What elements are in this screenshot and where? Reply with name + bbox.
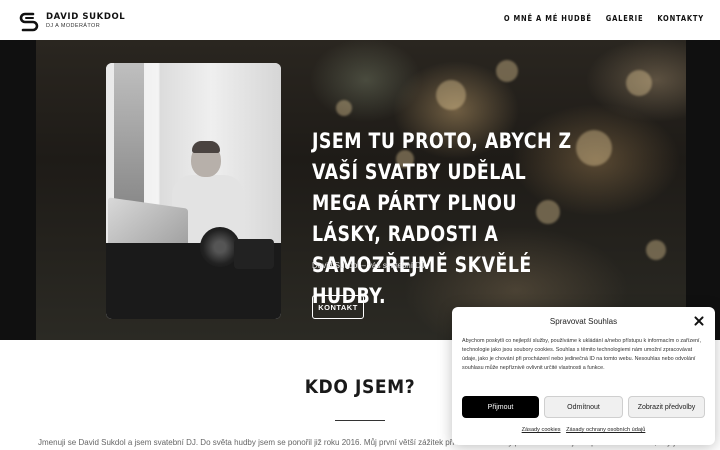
close-icon[interactable]: [693, 315, 705, 327]
cookie-policy-link[interactable]: Zásady cookies: [522, 427, 561, 433]
cookie-dialog-title: Spravovat Souhlas: [549, 317, 618, 326]
cookie-links: Zásady cookies Zásady ochrany osobních ú…: [452, 427, 715, 433]
nav-item-about[interactable]: O MNĚ A MÉ HUDBĚ: [504, 14, 592, 23]
logo-subtitle: DJ A MODERÁTOR: [46, 22, 101, 29]
logo-name: DAVID SUKDOL: [46, 12, 126, 22]
hero-subtitle: David Sukdol – váš svatební DJ: [312, 261, 425, 270]
site-logo[interactable]: DAVID SUKDOL DJ A MODERÁTOR: [18, 9, 125, 33]
nav-item-contacts[interactable]: KONTAKTY: [657, 14, 704, 23]
accept-button[interactable]: Přijmout: [462, 396, 539, 418]
cookie-consent-dialog: Spravovat Souhlas Abychom poskytli co ne…: [452, 307, 715, 445]
nav-item-gallery[interactable]: GALERIE: [606, 14, 644, 23]
hero-title: JSEM TU PROTO, ABYCH Z VAŠÍ SVATBY UDĚLA…: [312, 129, 572, 308]
hero-section: JSEM TU PROTO, ABYCH Z VAŠÍ SVATBY UDĚLA…: [0, 40, 720, 340]
logo-icon: [19, 12, 39, 32]
contact-button[interactable]: KONTAKT: [312, 295, 364, 319]
section-divider: [335, 420, 385, 421]
dj-photo: [106, 63, 281, 319]
preferences-button[interactable]: Zobrazit předvolby: [628, 396, 705, 418]
cookie-dialog-text: Abychom poskytli co nejlepší služby, pou…: [462, 338, 702, 371]
site-header: DAVID SUKDOL DJ A MODERÁTOR O MNĚ A MÉ H…: [0, 0, 720, 40]
main-nav: O MNĚ A MÉ HUDBĚ GALERIE KONTAKTY: [504, 14, 704, 23]
deny-button[interactable]: Odmítnout: [544, 396, 623, 418]
privacy-policy-link[interactable]: Zásady ochrany osobních údajů: [566, 427, 645, 433]
